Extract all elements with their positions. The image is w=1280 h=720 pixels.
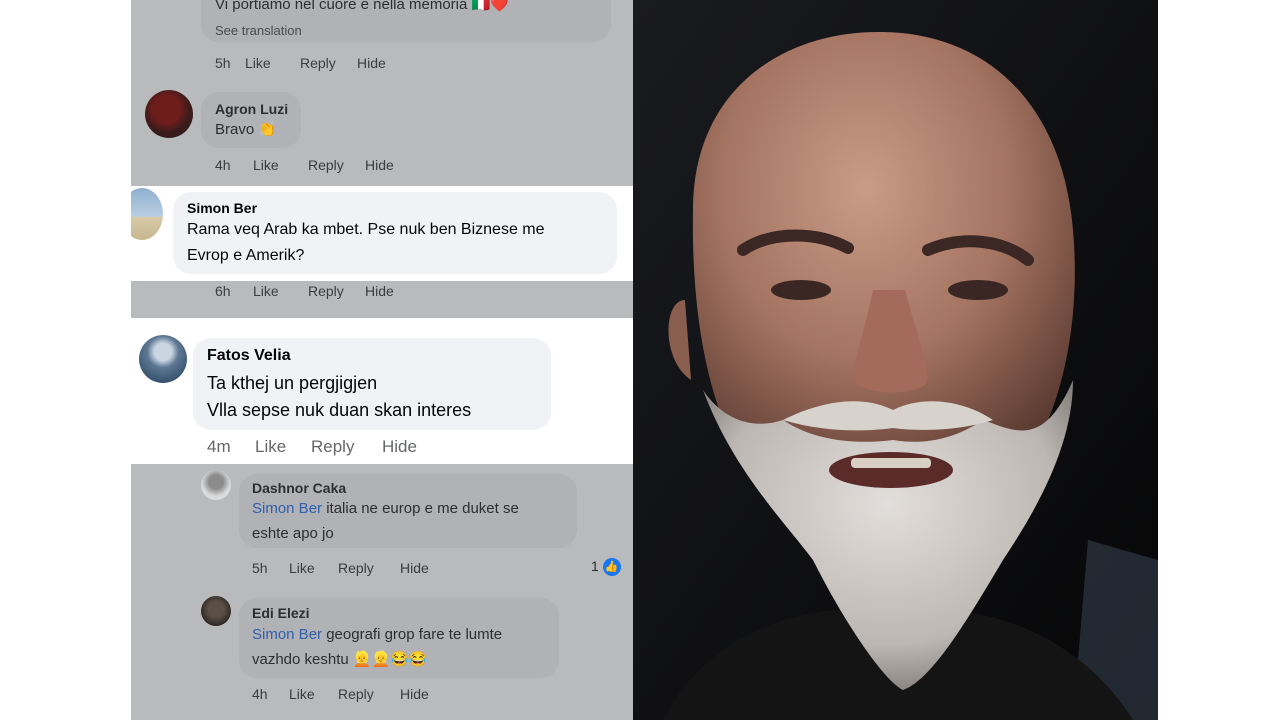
- replier-name[interactable]: Edi Elezi: [252, 605, 310, 621]
- mention-link[interactable]: Simon Ber: [252, 500, 322, 517]
- avatar-dashnor-caka[interactable]: [201, 470, 231, 500]
- like-button[interactable]: Like: [289, 686, 338, 702]
- thumbs-up-icon: 👍: [602, 558, 621, 577]
- reply-button[interactable]: Reply: [300, 55, 357, 71]
- mouth: [829, 452, 953, 488]
- reply-text-line2: eshte apo jo: [252, 525, 334, 542]
- comment-actions-top: 5h Like Reply Hide: [215, 55, 386, 71]
- time-label: 6h: [215, 283, 231, 299]
- left-eye: [771, 280, 831, 300]
- reply-text-line1: Simon Ber geografi grop fare te lumte: [252, 626, 503, 643]
- reply-text-line1: Simon Ber italia ne europ e me duket se: [252, 500, 519, 517]
- hide-button[interactable]: Hide: [357, 55, 386, 71]
- reply-button[interactable]: Reply: [338, 686, 400, 702]
- comment-text-line2: Evrop e Amerik?: [187, 247, 305, 264]
- comment-text-top: Vi portiamo nel cuore e nella memoria 🇮🇹…: [215, 0, 509, 13]
- reply-actions: 5h Like Reply Hide: [252, 560, 429, 576]
- flag-emoji: 🇮🇹❤️: [471, 0, 509, 13]
- like-button[interactable]: Like: [289, 560, 338, 576]
- reply-button[interactable]: Reply: [311, 437, 382, 457]
- like-button[interactable]: Like: [253, 157, 308, 173]
- reply-button[interactable]: Reply: [338, 560, 400, 576]
- comment-actions: 4m Like Reply Hide: [207, 437, 417, 457]
- reaction-count[interactable]: 1 👍: [591, 558, 621, 577]
- reply-button[interactable]: Reply: [308, 283, 365, 299]
- video-panel[interactable]: [633, 0, 1158, 720]
- time-label: 4h: [215, 157, 231, 173]
- replier-name[interactable]: Dashnor Caka: [252, 480, 346, 496]
- time-label: 4m: [207, 437, 231, 456]
- like-button[interactable]: Like: [253, 283, 308, 299]
- time-label: 5h: [252, 560, 268, 576]
- hide-button[interactable]: Hide: [365, 157, 394, 173]
- commenter-name[interactable]: Agron Luzi: [215, 101, 288, 117]
- like-button[interactable]: Like: [245, 55, 300, 71]
- reply-button[interactable]: Reply: [308, 157, 365, 173]
- see-translation-link[interactable]: See translation: [215, 23, 302, 38]
- right-eye: [948, 280, 1008, 300]
- comment-text-line2: Vlla sepse nuk duan skan interes: [207, 400, 472, 420]
- teeth: [851, 458, 931, 468]
- screen-frame: Vi portiamo nel cuore e nella memoria 🇮🇹…: [0, 0, 1280, 720]
- mention-link[interactable]: Simon Ber: [252, 626, 322, 643]
- hide-button[interactable]: Hide: [365, 283, 394, 299]
- avatar-fatos-velia[interactable]: [139, 335, 187, 383]
- hide-button[interactable]: Hide: [382, 437, 417, 457]
- commenter-name[interactable]: Simon Ber: [187, 200, 257, 216]
- reply-actions: 4h Like Reply Hide: [252, 686, 429, 702]
- commenter-name[interactable]: Fatos Velia: [207, 347, 291, 365]
- comment-actions: 4h Like Reply Hide: [215, 157, 394, 173]
- comment-text-line1: Ta kthej un pergjigjen: [207, 373, 378, 393]
- like-button[interactable]: Like: [255, 437, 311, 457]
- comments-panel: Vi portiamo nel cuore e nella memoria 🇮🇹…: [131, 0, 633, 720]
- comment-text-line1: Rama veq Arab ka mbet. Pse nuk ben Bizne…: [187, 221, 545, 238]
- comment-actions: 6h Like Reply Hide: [215, 283, 394, 299]
- avatar-agron-luzi[interactable]: [145, 90, 193, 138]
- comment-text: Bravo 👏: [215, 121, 278, 138]
- avatar-edi-elezi[interactable]: [201, 596, 231, 626]
- time-label: 4h: [252, 686, 268, 702]
- video-frame: [633, 0, 1158, 720]
- hide-button[interactable]: Hide: [400, 686, 429, 702]
- time-label: 5h: [215, 55, 231, 71]
- reply-text-line2: vazhdo keshtu 👱👱😂😂: [252, 651, 428, 668]
- hide-button[interactable]: Hide: [400, 560, 429, 576]
